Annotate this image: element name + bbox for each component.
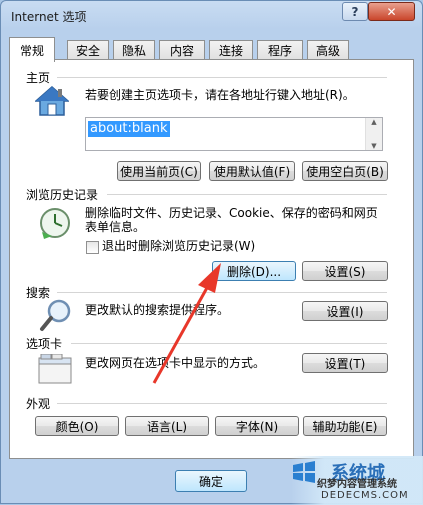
homepage-section-title: 主页 [26, 71, 51, 85]
history-description-line2: 表单信息。 [85, 220, 146, 234]
tabs-description: 更改网页在选项卡中显示的方式。 [85, 356, 266, 370]
help-button[interactable]: ? [342, 2, 368, 21]
history-separator [107, 194, 387, 195]
internet-options-dialog: Internet 选项 ? ✕ 常规 安全 隐私 内容 连接 程序 高级 主页 … [0, 0, 423, 505]
search-settings-button[interactable]: 设置(I) [302, 301, 388, 321]
tab-general[interactable]: 常规 [9, 37, 55, 62]
windows-logo-icon [293, 461, 315, 483]
url-scrollbar[interactable]: ▲ ▼ [365, 118, 382, 150]
homepage-separator [57, 77, 387, 78]
house-icon [35, 86, 69, 116]
use-blank-button[interactable]: 使用空白页(B) [302, 161, 388, 181]
history-settings-button[interactable]: 设置(S) [302, 261, 388, 281]
close-button[interactable]: ✕ [368, 2, 415, 21]
fonts-button[interactable]: 字体(N) [215, 416, 299, 436]
use-current-button[interactable]: 使用当前页(C) [117, 161, 201, 181]
watermark-subtitle: 织梦内容管理系统 [317, 479, 397, 490]
homepage-url-value: about:blank [88, 121, 170, 137]
delete-on-exit-checkbox[interactable] [86, 241, 99, 254]
use-default-button[interactable]: 使用默认值(F) [209, 161, 295, 181]
tabs-section-title: 选项卡 [26, 337, 63, 351]
ok-button[interactable]: 确定 [175, 470, 247, 492]
history-clock-icon [40, 208, 70, 239]
title-bar[interactable]: Internet 选项 ? ✕ [1, 1, 422, 31]
history-description-line1: 删除临时文件、历史记录、Cookie、保存的密码和网页 [85, 206, 378, 220]
search-description: 更改默认的搜索提供程序。 [85, 303, 230, 317]
tab-privacy[interactable]: 隐私 [113, 40, 155, 60]
appearance-separator [57, 403, 387, 404]
tab-strip: 常规 安全 隐私 内容 连接 程序 高级 [9, 37, 414, 62]
appearance-section-title: 外观 [26, 397, 51, 411]
delete-history-button[interactable]: 删除(D)... [212, 261, 296, 281]
watermark-url: DEDECMS.COM [321, 490, 409, 501]
tabs-window-icon [38, 354, 72, 384]
window-title: Internet 选项 [11, 10, 87, 24]
tab-programs[interactable]: 程序 [257, 40, 303, 60]
languages-button[interactable]: 语言(L) [125, 416, 209, 436]
scroll-down-icon[interactable]: ▼ [371, 142, 376, 150]
homepage-description: 若要创建主页选项卡，请在各地址行键入地址(R)。 [85, 88, 355, 102]
history-section-title: 浏览历史记录 [26, 188, 99, 202]
search-separator [57, 292, 387, 293]
scroll-up-icon[interactable]: ▲ [371, 118, 376, 126]
tabs-separator [71, 343, 387, 344]
accessibility-button[interactable]: 辅助功能(E) [303, 416, 387, 436]
homepage-url-input[interactable]: about:blank ▲ ▼ [85, 117, 383, 151]
colors-button[interactable]: 颜色(O) [35, 416, 119, 436]
tab-advanced[interactable]: 高级 [307, 40, 349, 60]
tab-security[interactable]: 安全 [67, 40, 109, 60]
tab-connections[interactable]: 连接 [209, 40, 253, 60]
tabs-settings-button[interactable]: 设置(T) [302, 353, 388, 373]
magnifier-icon [40, 299, 71, 331]
delete-on-exit-label[interactable]: 退出时删除浏览历史记录(W) [102, 239, 255, 254]
tab-content[interactable]: 内容 [159, 40, 205, 60]
